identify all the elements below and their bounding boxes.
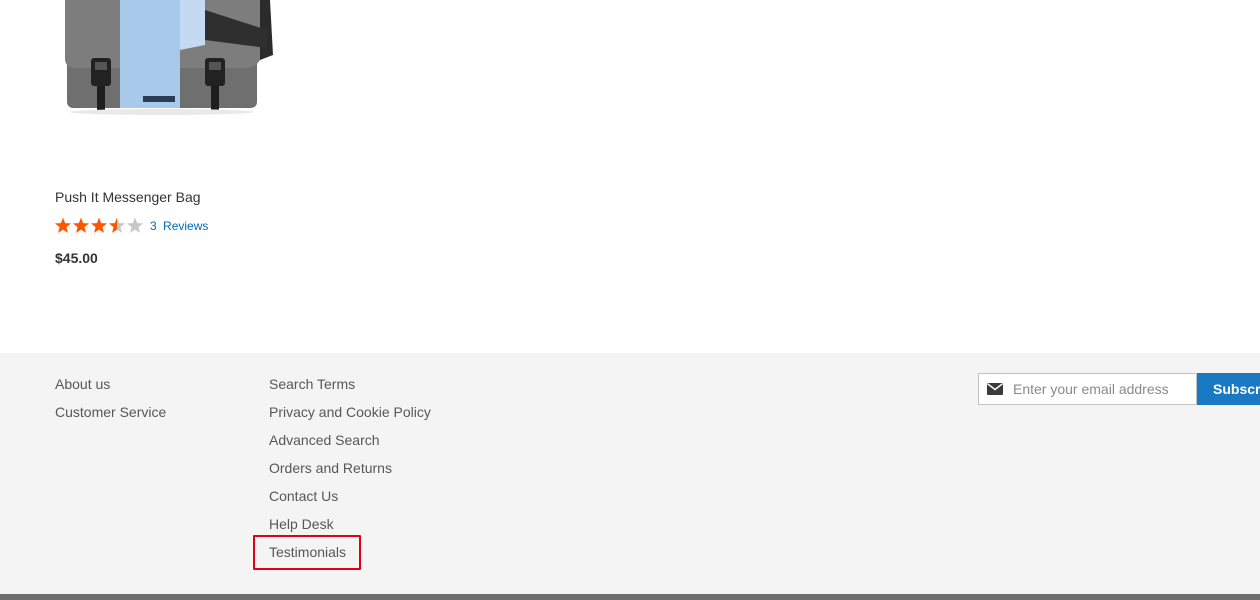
messenger-bag-image — [65, 0, 273, 115]
star-icon — [72, 217, 90, 233]
star-icon — [90, 217, 108, 233]
testimonials-highlight-box — [253, 535, 361, 570]
subscribe-button[interactable]: Subscribe — [1197, 373, 1260, 405]
footer-link-help-desk[interactable]: Help Desk — [269, 516, 334, 532]
newsletter-email-input[interactable] — [1013, 374, 1193, 404]
star-icon — [108, 217, 126, 233]
star-icon — [126, 217, 144, 233]
star-icon — [54, 217, 72, 233]
newsletter-email-field[interactable] — [978, 373, 1197, 405]
product-rating: 3 Reviews — [54, 216, 208, 236]
envelope-icon — [987, 383, 1003, 395]
footer-link-orders-returns[interactable]: Orders and Returns — [269, 460, 392, 476]
reviews-label: Reviews — [163, 219, 209, 233]
product-image[interactable] — [55, 0, 280, 145]
product-name-link[interactable]: Push It Messenger Bag — [55, 189, 201, 205]
product-price: $45.00 — [55, 250, 98, 266]
footer-link-search-terms[interactable]: Search Terms — [269, 376, 355, 392]
rating-stars — [54, 216, 144, 236]
newsletter-form: Subscribe — [978, 373, 1260, 405]
footer-link-about-us[interactable]: About us — [55, 376, 110, 392]
reviews-link[interactable]: 3 Reviews — [150, 219, 208, 233]
footer-link-contact-us[interactable]: Contact Us — [269, 488, 338, 504]
reviews-count: 3 — [150, 219, 157, 233]
footer-link-advanced-search[interactable]: Advanced Search — [269, 432, 380, 448]
footer-link-customer-service[interactable]: Customer Service — [55, 404, 166, 420]
footer-bottom-bar — [0, 594, 1260, 600]
footer-link-privacy-cookie-policy[interactable]: Privacy and Cookie Policy — [269, 404, 431, 420]
footer-links-column-1: About us Customer Service — [55, 374, 166, 430]
